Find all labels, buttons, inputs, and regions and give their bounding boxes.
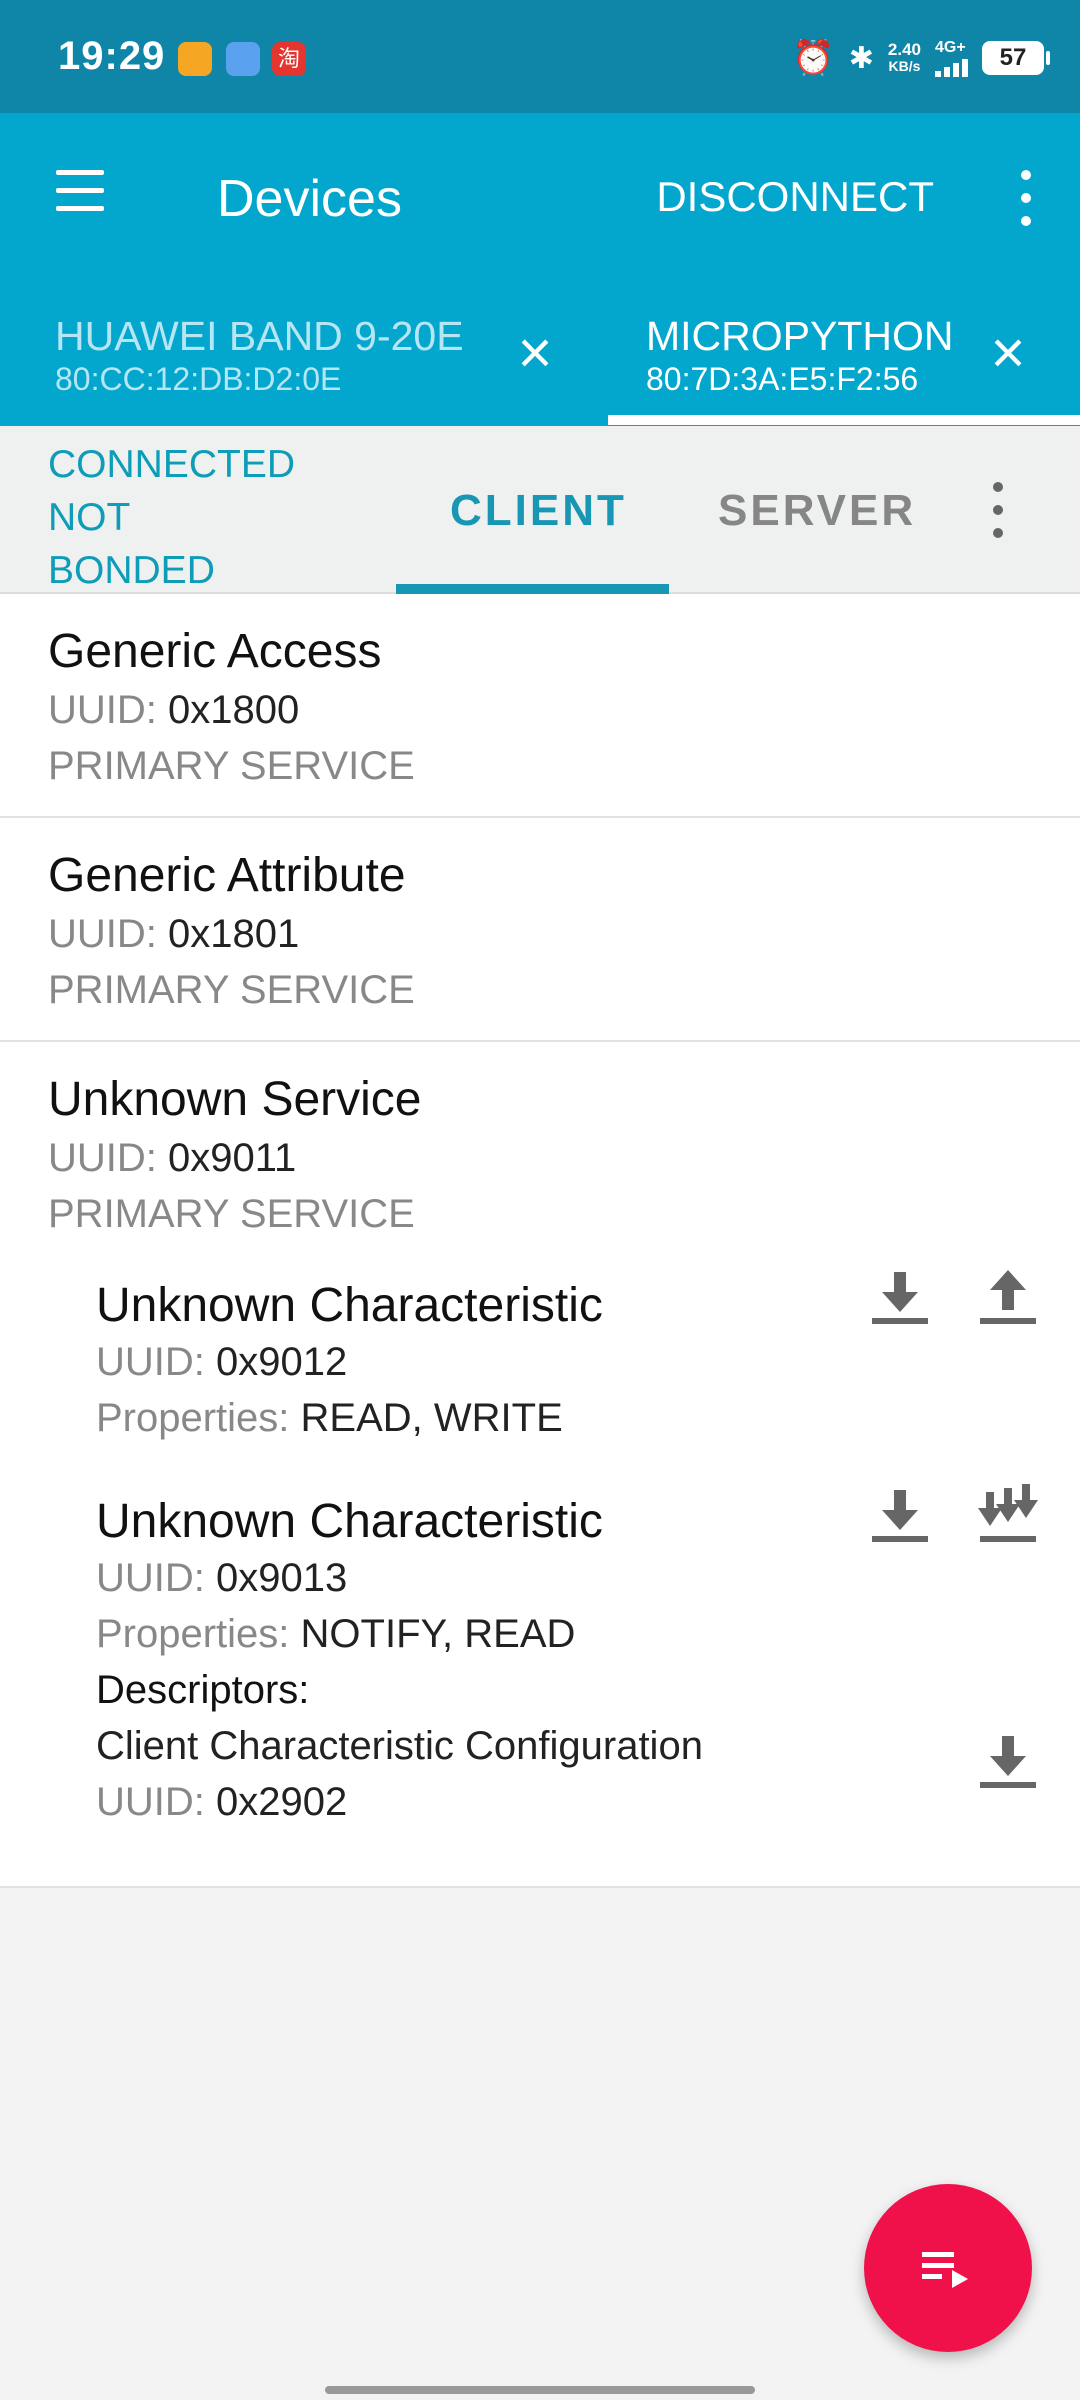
network-type: 4G+ — [935, 39, 966, 56]
uuid-label: UUID: — [96, 1556, 205, 1600]
bluetooth-icon: ✱ — [848, 41, 874, 75]
connection-status: CONNECTED NOT BONDED — [48, 438, 295, 597]
uuid-label: UUID: — [48, 688, 157, 732]
characteristic-item[interactable]: Unknown Characteristic UUID: 0x9013 Prop… — [0, 1484, 1080, 1874]
service-uuid: UUID: 0x9011 — [48, 1136, 296, 1181]
properties-value: NOTIFY, READ — [300, 1612, 576, 1656]
battery-icon: 57 — [982, 41, 1050, 75]
cellular-signal: 4G+ — [935, 39, 968, 77]
client-tab-indicator — [396, 584, 669, 594]
device-address: 80:CC:12:DB:D2:0E — [55, 361, 342, 397]
gesture-nav-handle[interactable] — [325, 2386, 755, 2394]
characteristic-properties: Properties: NOTIFY, READ — [96, 1612, 575, 1657]
descriptor-uuid: UUID: 0x2902 — [96, 1780, 347, 1825]
uuid-value: 0x1801 — [168, 912, 300, 956]
service-unknown[interactable]: Unknown Service UUID: 0x9011 PRIMARY SER… — [0, 1042, 1080, 1888]
characteristic-name: Unknown Characteristic — [96, 1279, 603, 1332]
uuid-label: UUID: — [96, 1780, 205, 1824]
characteristic-properties: Properties: READ, WRITE — [96, 1396, 563, 1441]
properties-label: Properties: — [96, 1612, 290, 1656]
bond-state-line1: NOT — [48, 496, 131, 539]
more-options-icon[interactable] — [972, 480, 1022, 540]
close-icon[interactable]: × — [505, 323, 565, 383]
characteristic-uuid: UUID: 0x9012 — [96, 1340, 347, 1385]
uuid-value: 0x2902 — [216, 1780, 348, 1824]
service-generic-attribute[interactable]: Generic Attribute UUID: 0x1801 PRIMARY S… — [0, 818, 1080, 1042]
bond-state-line2: BONDED — [48, 549, 215, 592]
net-speed-unit: KB/s — [888, 58, 921, 74]
device-name: MICROPYTHON — [646, 313, 954, 359]
device-tabs: HUAWEI BAND 9-20E 80:CC:12:DB:D2:0E × MI… — [0, 283, 1080, 426]
uuid-value: 0x9011 — [168, 1136, 297, 1180]
characteristic-item[interactable]: Unknown Characteristic UUID: 0x9012 Prop… — [0, 1270, 1080, 1478]
uuid-label: UUID: — [48, 912, 157, 956]
service-type: PRIMARY SERVICE — [48, 1192, 415, 1236]
uuid-label: UUID: — [96, 1340, 205, 1384]
characteristic-name: Unknown Characteristic — [96, 1495, 603, 1548]
page-title: Devices — [217, 170, 402, 228]
service-name: Unknown Service — [48, 1073, 422, 1126]
device-tab-huawei-band[interactable]: HUAWEI BAND 9-20E 80:CC:12:DB:D2:0E × — [0, 283, 606, 426]
uuid-value: 0x9012 — [216, 1340, 348, 1384]
write-icon[interactable] — [974, 1264, 1042, 1330]
active-device-indicator — [608, 415, 1080, 425]
read-icon[interactable] — [866, 1264, 934, 1330]
playlist-play-icon — [922, 2252, 968, 2288]
characteristic-uuid: UUID: 0x9013 — [96, 1556, 347, 1601]
status-icons: ⏰ ✱ 2.40 KB/s 4G+ 57 — [792, 36, 1050, 80]
uuid-value: 0x1800 — [168, 688, 300, 732]
app-bar: Devices DISCONNECT — [0, 113, 1080, 283]
status-time: 19:29 — [58, 34, 166, 78]
net-speed-value: 2.40 — [887, 40, 921, 59]
disconnect-button[interactable]: DISCONNECT — [656, 173, 934, 221]
network-speed: 2.40 KB/s — [888, 41, 921, 75]
service-type: PRIMARY SERVICE — [48, 744, 415, 788]
uuid-value: 0x9013 — [216, 1556, 348, 1600]
service-generic-access[interactable]: Generic Access UUID: 0x1800 PRIMARY SERV… — [0, 594, 1080, 818]
services-list: Generic Access UUID: 0x1800 PRIMARY SERV… — [0, 594, 1080, 1888]
log-fab-button[interactable] — [864, 2184, 1032, 2352]
descriptors-heading: Descriptors: — [96, 1668, 310, 1712]
menu-icon[interactable] — [50, 170, 110, 214]
tab-client[interactable]: CLIENT — [450, 486, 627, 536]
more-options-icon[interactable] — [1000, 168, 1050, 228]
notes-app-icon — [178, 42, 212, 76]
weather-app-icon — [226, 42, 260, 76]
read-descriptor-icon[interactable] — [974, 1728, 1042, 1794]
read-icon[interactable] — [866, 1482, 934, 1548]
tab-server[interactable]: SERVER — [718, 486, 916, 536]
properties-label: Properties: — [96, 1396, 290, 1440]
device-name: HUAWEI BAND 9-20E — [55, 313, 464, 359]
status-bar: 19:29 淘 ⏰ ✱ 2.40 KB/s 4G+ 57 — [0, 0, 1080, 113]
properties-value: READ, WRITE — [300, 1396, 563, 1440]
signal-bars-icon — [935, 57, 968, 77]
service-uuid: UUID: 0x1801 — [48, 912, 299, 957]
service-name: Generic Attribute — [48, 849, 406, 902]
descriptor-name: Client Characteristic Configuration — [96, 1724, 703, 1768]
service-uuid: UUID: 0x1800 — [48, 688, 299, 733]
notify-toggle-icon[interactable] — [974, 1482, 1042, 1548]
service-name: Generic Access — [48, 625, 382, 678]
close-icon[interactable]: × — [978, 323, 1038, 383]
uuid-label: UUID: — [48, 1136, 157, 1180]
device-tab-micropython[interactable]: MICROPYTHON 80:7D:3A:E5:F2:56 × — [606, 283, 1080, 426]
device-address: 80:7D:3A:E5:F2:56 — [646, 361, 919, 397]
taobao-app-icon: 淘 — [272, 42, 306, 76]
service-type: PRIMARY SERVICE — [48, 968, 415, 1012]
alarm-icon: ⏰ — [792, 39, 835, 77]
connection-state: CONNECTED — [48, 443, 296, 486]
connection-bar: CONNECTED NOT BONDED CLIENT SERVER — [0, 426, 1080, 594]
